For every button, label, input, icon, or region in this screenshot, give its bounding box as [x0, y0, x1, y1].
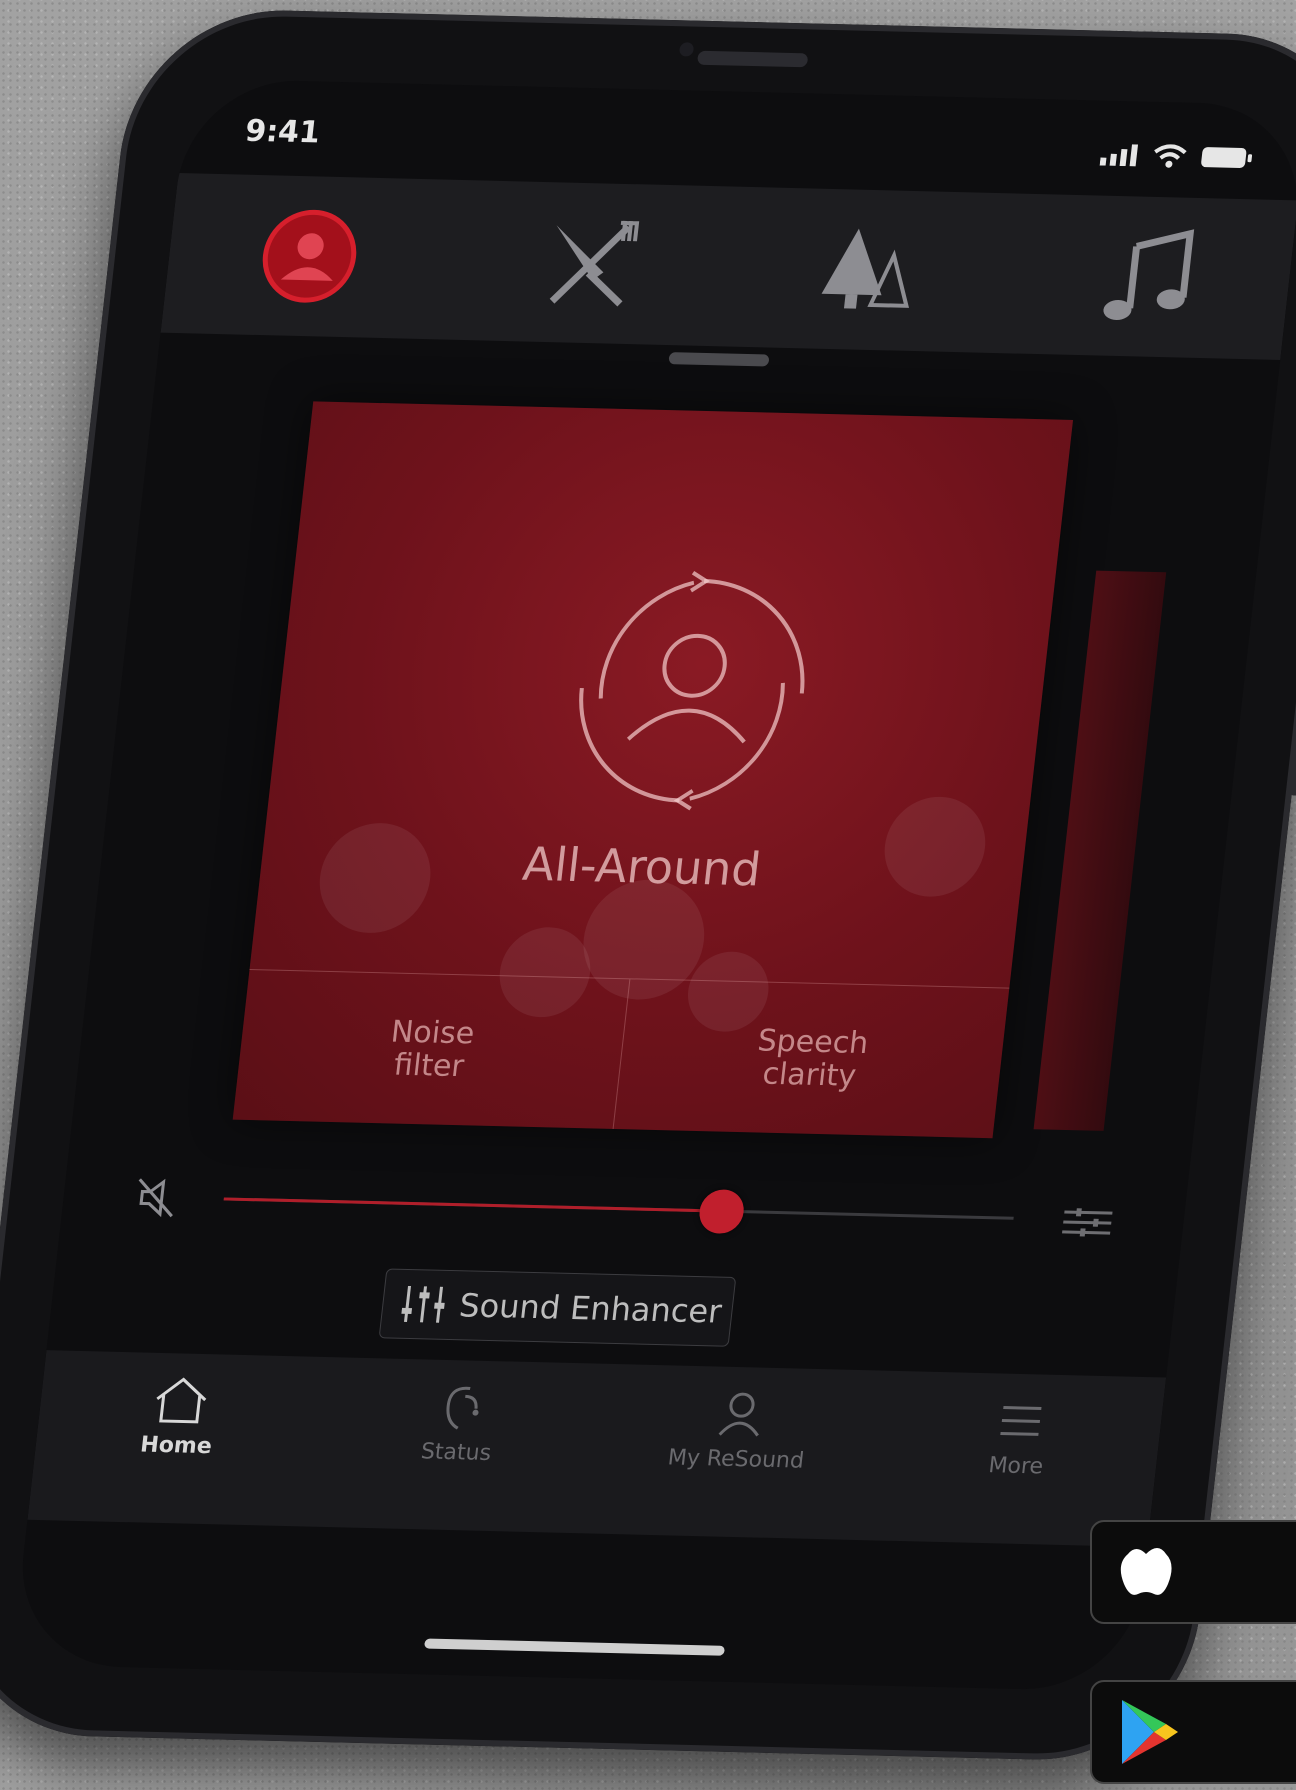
menu-icon [1000, 1406, 1042, 1436]
phone-device: 9:41 All-Around Noise filter Speech clar… [0, 6, 1296, 1764]
signal-icon [1099, 144, 1139, 167]
home-icon [156, 1377, 207, 1424]
tab-more[interactable]: More [914, 1394, 1123, 1482]
front-camera [678, 42, 694, 57]
all-around-icon [262, 209, 357, 303]
outdoor-icon [821, 228, 910, 309]
program-selector [160, 173, 1296, 360]
volume-control [120, 1167, 1126, 1251]
tab-my-resound-label: My ReSound [666, 1445, 806, 1474]
music-icon [1103, 229, 1195, 320]
tab-home-label: Home [138, 1432, 214, 1460]
mode-restaurant[interactable] [528, 207, 650, 319]
earpiece [696, 50, 809, 68]
status-bar: 9:41 [230, 99, 1256, 184]
noise-filter-option[interactable]: Noise filter [233, 970, 629, 1129]
status-time: 9:41 [243, 113, 322, 151]
all-around-program-icon [579, 571, 805, 811]
volume-slider[interactable] [223, 1189, 1014, 1235]
speech-clarity-option[interactable]: Speech clarity [612, 979, 1010, 1139]
mode-outdoor[interactable] [808, 214, 930, 326]
equalizer-icon[interactable] [1059, 1204, 1115, 1241]
program-card[interactable]: All-Around Noise filter Speech clarity [232, 401, 1074, 1139]
mode-music[interactable] [1088, 221, 1210, 333]
app-screen: 9:41 All-Around Noise filter Speech clar… [11, 78, 1296, 1692]
mode-all-around[interactable] [248, 200, 370, 312]
google-play-icon [1122, 1700, 1178, 1764]
restaurant-icon [549, 220, 640, 307]
drawer-handle[interactable] [668, 352, 770, 367]
speech-clarity-label: Speech clarity [755, 1023, 871, 1094]
tab-home[interactable]: Home [75, 1373, 284, 1461]
sound-enhancer-button[interactable]: Sound Enhancer [378, 1268, 737, 1347]
tab-more-label: More [987, 1453, 1045, 1480]
tab-status[interactable]: Status [355, 1380, 564, 1468]
tab-bar: Home Status My ReSound More [27, 1350, 1167, 1548]
noise-filter-label: Noise filter [389, 1014, 477, 1085]
tab-my-resound[interactable]: My ReSound [635, 1387, 844, 1475]
side-button [1289, 595, 1296, 796]
hearing-aid-icon [446, 1386, 479, 1430]
status-icons [1099, 143, 1254, 171]
wifi-icon [1154, 144, 1187, 168]
profile-icon [718, 1392, 759, 1437]
battery-icon [1201, 147, 1253, 168]
apple-icon [1120, 1548, 1172, 1595]
volume-fill [223, 1197, 722, 1213]
google-play-badge[interactable] [1090, 1680, 1296, 1784]
sound-enhancer-label: Sound Enhancer [457, 1286, 724, 1331]
tab-status-label: Status [419, 1439, 493, 1467]
home-indicator [423, 1638, 726, 1656]
mute-icon[interactable] [131, 1173, 184, 1222]
sliders-icon [401, 1285, 445, 1323]
volume-thumb[interactable] [696, 1189, 746, 1235]
program-options: Noise filter Speech clarity [232, 968, 1010, 1139]
next-program-card[interactable] [1033, 570, 1167, 1131]
app-store-badge[interactable] [1090, 1520, 1296, 1624]
